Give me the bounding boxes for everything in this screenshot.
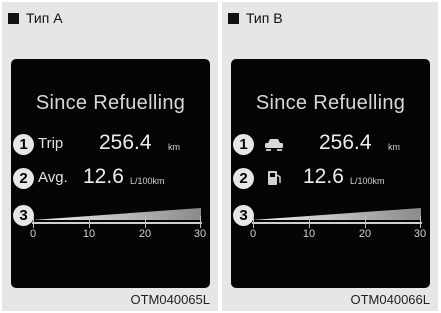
bullet-square-icon xyxy=(228,13,239,24)
trip-value: 256.4 xyxy=(319,131,372,154)
gauge-axis xyxy=(32,222,202,224)
gauge-tick-label: 30 xyxy=(193,228,207,240)
trip-row: 1 Trip 256.4 km xyxy=(11,131,210,159)
average-unit: L/100km xyxy=(350,176,385,186)
gauge-tick xyxy=(309,216,310,228)
average-label: Avg. xyxy=(38,169,68,186)
average-unit: L/100km xyxy=(130,176,165,186)
gauge-tick-label: 0 xyxy=(29,228,37,240)
panel-title: Тип A xyxy=(8,9,63,27)
gauge-tick-label: 0 xyxy=(249,228,257,240)
display-title: Since Refuelling xyxy=(35,92,186,114)
gauge-tick-label: 10 xyxy=(82,228,96,240)
gauge-axis xyxy=(252,222,422,224)
gauge-tick-label: 10 xyxy=(302,228,316,240)
gauge-tick-label: 30 xyxy=(413,228,427,240)
fuel-pump-icon xyxy=(268,171,281,185)
panel-title: Тип B xyxy=(228,9,283,27)
gauge-tick xyxy=(253,216,254,228)
consumption-gauge-bar xyxy=(33,208,201,220)
trip-unit: km xyxy=(388,142,400,152)
panel-label: Тип A xyxy=(26,10,63,26)
average-value: 12.6 xyxy=(303,165,344,188)
car-trip-icon xyxy=(265,139,283,151)
callout-number: 2 xyxy=(13,168,34,189)
consumption-gauge-bar xyxy=(253,208,421,220)
panel-label: Тип B xyxy=(246,10,283,26)
gauge-tick xyxy=(145,216,146,228)
gauge-tick xyxy=(200,216,201,228)
gauge-tick xyxy=(420,216,421,228)
average-row: 2 Avg. 12.6 L/100km xyxy=(11,165,210,193)
bullet-square-icon xyxy=(8,13,19,24)
trip-row: 1 256.4 km xyxy=(231,131,430,159)
gauge-tick xyxy=(365,216,366,228)
callout-number: 1 xyxy=(233,134,254,155)
callout-number: 1 xyxy=(13,134,34,155)
cluster-display: Since Refuelling 1 256.4 km 2 12.6 L/100… xyxy=(231,59,430,288)
figure-code: OTM040065L xyxy=(130,292,211,307)
callout-number: 3 xyxy=(13,205,34,226)
average-row: 2 12.6 L/100km xyxy=(231,165,430,193)
gauge-tick xyxy=(33,216,34,228)
gauge-tick-label: 20 xyxy=(138,228,152,240)
figure-code: OTM040066L xyxy=(350,292,431,307)
trip-label: Trip xyxy=(38,135,64,152)
callout-number: 3 xyxy=(233,205,254,226)
trip-unit: km xyxy=(168,142,180,152)
gauge-tick-label: 20 xyxy=(358,228,372,240)
cluster-display: Since Refuelling 1 Trip 256.4 km 2 Avg. … xyxy=(11,59,210,288)
trip-value: 256.4 xyxy=(99,131,152,154)
type-a-panel: Тип A Since Refuelling 1 Trip 256.4 km 2… xyxy=(2,2,218,311)
average-value: 12.6 xyxy=(83,165,124,188)
display-title: Since Refuelling xyxy=(255,92,406,114)
callout-number: 2 xyxy=(233,168,254,189)
gauge-tick xyxy=(89,216,90,228)
type-b-panel: Тип B Since Refuelling 1 256.4 km 2 12.6… xyxy=(222,2,438,311)
